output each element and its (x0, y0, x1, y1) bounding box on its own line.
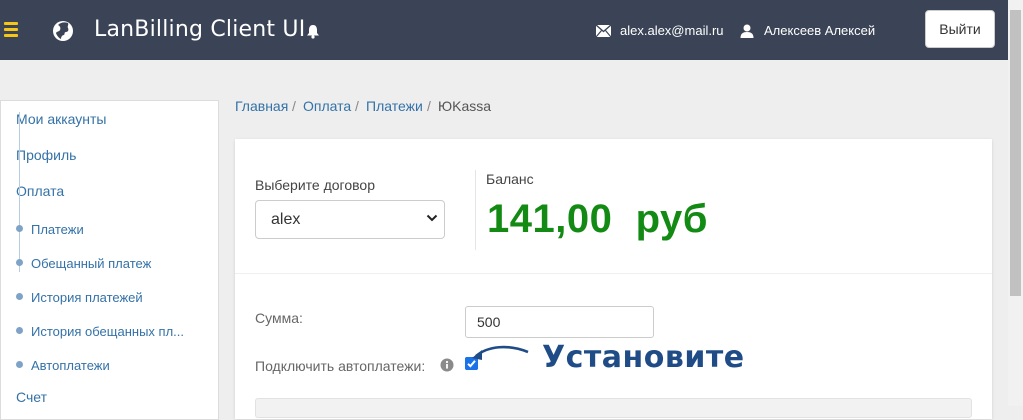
globe-icon (53, 21, 73, 41)
menu-icon[interactable] (4, 22, 18, 37)
sum-label: Сумма: (255, 310, 303, 326)
bell-icon[interactable] (306, 24, 320, 39)
annotation-text: Установите (542, 340, 745, 375)
breadcrumb-separator: / (292, 98, 296, 114)
info-icon[interactable] (440, 358, 454, 372)
sidebar-item-payment[interactable]: Оплата (16, 183, 64, 199)
sidebar-bullet (16, 259, 23, 266)
sidebar-item-profile[interactable]: Профиль (16, 147, 76, 163)
top-navbar: LanBilling Client UI alex.alex@mail.ru А… (0, 0, 1008, 60)
breadcrumb-separator: / (427, 98, 431, 114)
breadcrumb-current: ЮKassa (438, 98, 492, 114)
breadcrumb-payments[interactable]: Платежи (366, 98, 423, 114)
breadcrumb-separator: / (355, 98, 359, 114)
sidebar-subitem-autopayments[interactable]: Автоплатежи (31, 358, 110, 373)
balance-label: Баланс (486, 171, 534, 187)
user-email[interactable]: alex.alex@mail.ru (620, 23, 724, 38)
app-title[interactable]: LanBilling Client UI (94, 17, 305, 42)
sidebar-subitem-payments[interactable]: Платежи (31, 222, 84, 237)
sidebar-bullet (16, 293, 23, 300)
breadcrumb-payment[interactable]: Оплата (303, 98, 351, 114)
sidebar-subitem-promised-payment[interactable]: Обещанный платеж (31, 256, 151, 271)
sum-input[interactable]: 500 (465, 306, 654, 338)
contract-select[interactable]: alex (255, 200, 445, 239)
sidebar-bullet (16, 361, 23, 368)
sidebar-bullet (16, 225, 23, 232)
sidebar-item-account[interactable]: Счет (16, 389, 47, 405)
mail-icon (596, 25, 611, 37)
annotation-arrow-icon (472, 345, 529, 360)
divider (235, 273, 992, 274)
balance-value: 141,00 руб (487, 197, 708, 241)
scrollbar-thumb[interactable] (1010, 10, 1021, 296)
sidebar-subitem-payment-history[interactable]: История платежей (31, 290, 143, 305)
bottom-panel (255, 398, 972, 418)
user-icon (740, 24, 754, 38)
sidebar-subitem-promised-history[interactable]: История обещанных пл... (31, 324, 184, 339)
autopay-label: Подключить автоплатежи: (255, 358, 426, 374)
sidebar-item-accounts[interactable]: Мои аккаунты (16, 111, 107, 127)
sidebar-tree-line (19, 112, 20, 272)
logout-button[interactable]: Выйти (925, 10, 995, 48)
divider (475, 170, 476, 250)
user-name[interactable]: Алексеев Алексей (764, 23, 875, 38)
contract-label: Выберите договор (255, 177, 375, 193)
chevron-down-icon[interactable] (426, 213, 438, 223)
sidebar-bullet (16, 327, 23, 334)
breadcrumb-home[interactable]: Главная (235, 98, 288, 114)
